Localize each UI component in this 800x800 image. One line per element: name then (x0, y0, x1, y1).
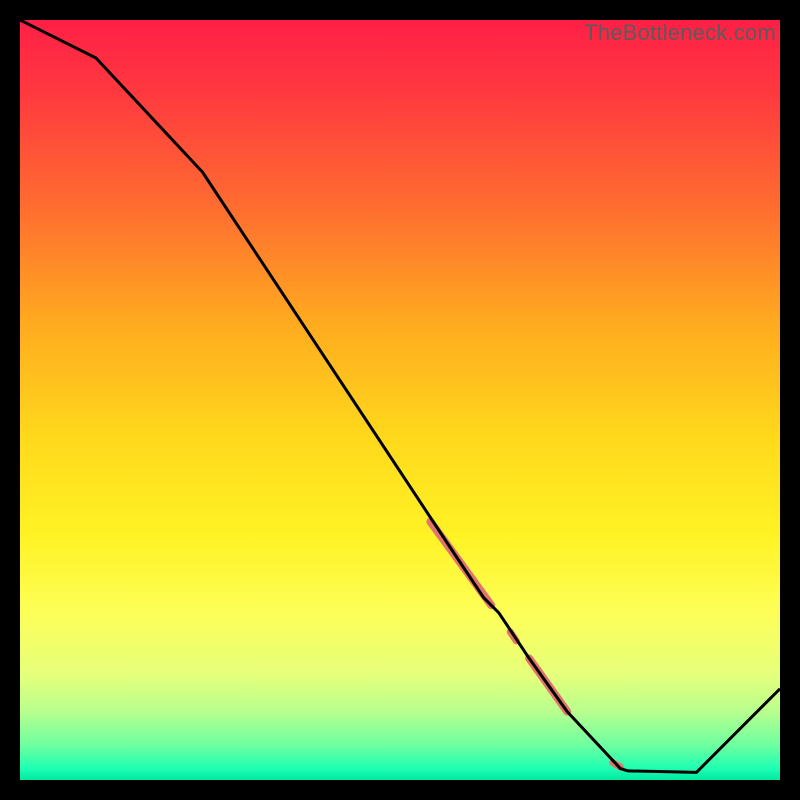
chart-frame: TheBottleneck.com (20, 20, 780, 780)
main-curve (20, 20, 780, 772)
curve-layer (20, 20, 780, 780)
watermark-label: TheBottleneck.com (584, 20, 776, 46)
